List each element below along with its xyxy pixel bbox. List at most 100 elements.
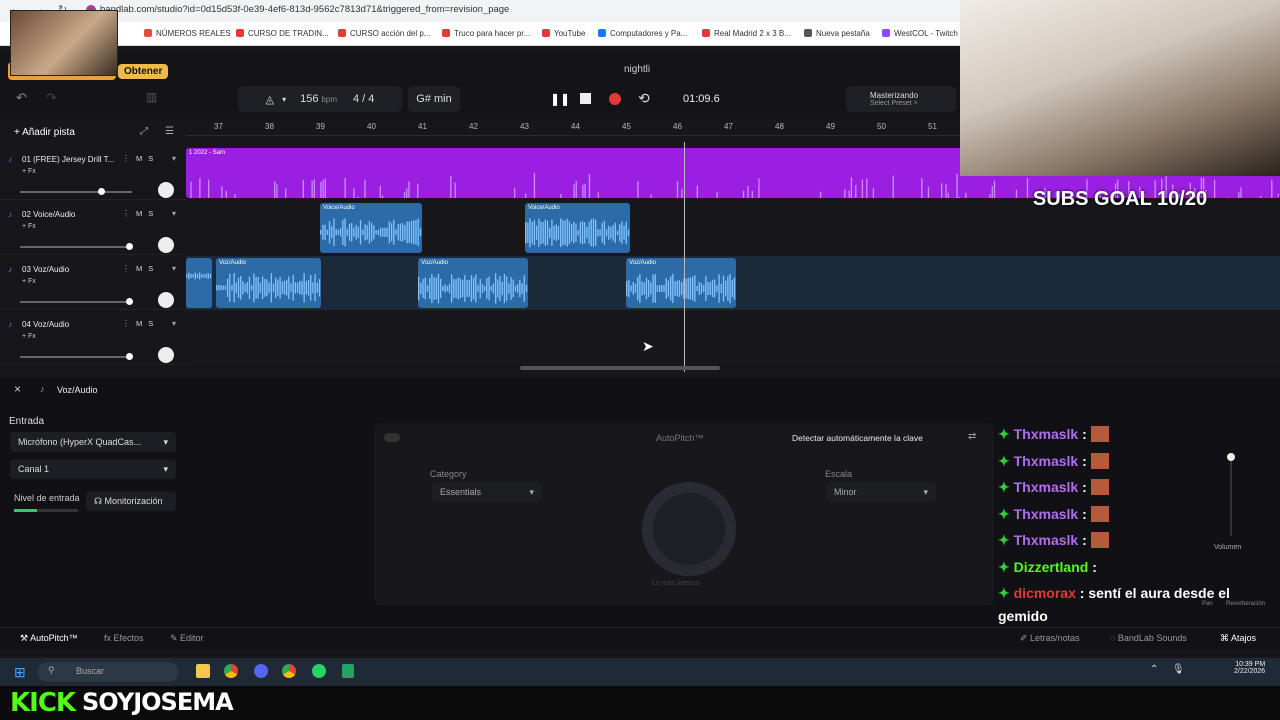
- bookmark-4[interactable]: YouTube: [542, 29, 585, 38]
- track-volume-slider[interactable]: [20, 301, 132, 303]
- file-explorer-icon[interactable]: [196, 664, 210, 678]
- tab-sounds[interactable]: ◌ BandLab Sounds: [1110, 633, 1187, 643]
- tab-editor[interactable]: ✎ Editor: [170, 633, 204, 644]
- chevron-down-icon[interactable]: ▾: [282, 95, 286, 104]
- add-track-button[interactable]: + Añadir pista: [14, 127, 75, 138]
- sliders-icon[interactable]: ⇄: [968, 431, 976, 442]
- chat-username[interactable]: Thxmaslk: [1014, 479, 1079, 495]
- mic-select[interactable]: Micrófono (HyperX QuadCas... ▾: [10, 432, 176, 452]
- track-header[interactable]: ♪ 04 Voz/Audio + Fx ⋮ MS ▾: [0, 311, 186, 365]
- track-header[interactable]: ♪ 02 Voice/Audio + Fx ⋮ MS ▾: [0, 201, 186, 255]
- record-icon[interactable]: [609, 93, 621, 105]
- add-fx-button[interactable]: + Fx: [22, 168, 36, 175]
- tab-shortcuts[interactable]: ⌘ Atajos: [1220, 633, 1256, 644]
- chevron-down-icon[interactable]: ▾: [172, 319, 176, 328]
- add-fx-button[interactable]: + Fx: [22, 333, 36, 340]
- address-bar[interactable]: ← → ↻ bandlab.com/studio?id=0d15d53f-0e3…: [0, 0, 960, 22]
- clock[interactable]: 10:39 PM 2/22/2026: [1234, 661, 1265, 675]
- track-name[interactable]: 04 Voz/Audio: [22, 320, 69, 329]
- chrome-icon-2[interactable]: [282, 664, 296, 678]
- track-header[interactable]: ♪ 03 Voz/Audio + Fx ⋮ MS ▾: [0, 256, 186, 310]
- solo-button[interactable]: S: [148, 264, 159, 273]
- volume-handle[interactable]: [97, 188, 105, 195]
- chat-username[interactable]: Thxmaslk: [1014, 453, 1079, 469]
- key-selector[interactable]: G# min: [408, 86, 460, 112]
- loop-icon[interactable]: ⟲: [638, 90, 650, 107]
- bookmark-8[interactable]: WestCOL - Twitch: [882, 29, 958, 38]
- mute-button[interactable]: M: [136, 154, 148, 163]
- add-fx-button[interactable]: + Fx: [22, 223, 36, 230]
- bookmark-1[interactable]: CURSO DE TRADIN...: [236, 29, 329, 38]
- stop-icon[interactable]: [580, 93, 591, 104]
- timeline-ruler[interactable]: 37 38 39 40 41 42 43 44 45 46 47 48 49 50 51: [186, 118, 960, 136]
- mic-tray-icon[interactable]: 🎙: [1172, 664, 1185, 675]
- volume-handle[interactable]: [125, 353, 133, 360]
- track-header[interactable]: ♪ 01 (FREE) Jersey Drill T... + Fx ⋮ MS ▾: [0, 146, 186, 200]
- autopitch-toggle[interactable]: [384, 433, 400, 442]
- taskbar-search[interactable]: ⚲ Buscar: [38, 662, 178, 682]
- audio-clip[interactable]: Voice/Audio: [320, 203, 422, 253]
- category-select[interactable]: Essentials ▾: [432, 482, 542, 502]
- pan-knob[interactable]: [158, 292, 174, 308]
- bpm-value[interactable]: 156: [300, 93, 318, 105]
- undo-icon[interactable]: ↶: [16, 90, 27, 106]
- discord-icon[interactable]: [254, 664, 268, 678]
- pan-knob[interactable]: [158, 182, 174, 198]
- track-name[interactable]: 01 (FREE) Jersey Drill T...: [22, 155, 114, 164]
- project-title[interactable]: nightli: [624, 64, 650, 75]
- volume-handle[interactable]: [1227, 453, 1235, 461]
- more-icon[interactable]: ⋮: [122, 154, 130, 163]
- add-fx-button[interactable]: + Fx: [22, 278, 36, 285]
- redo-icon[interactable]: ↷: [46, 90, 57, 106]
- scale-select[interactable]: Minor ▾: [826, 482, 936, 502]
- chevron-down-icon[interactable]: ▾: [172, 264, 176, 273]
- url-text[interactable]: bandlab.com/studio?id=0d15d53f-0e39-4ef6…: [100, 4, 509, 15]
- audio-clip[interactable]: Voz/Audio: [216, 258, 321, 308]
- metronome-icon[interactable]: ◬: [266, 93, 274, 106]
- chat-username[interactable]: Thxmaslk: [1014, 426, 1079, 442]
- mute-button[interactable]: M: [136, 319, 148, 328]
- pan-knob[interactable]: [158, 347, 174, 363]
- more-icon[interactable]: ⋮: [122, 319, 130, 328]
- more-icon[interactable]: ⋮: [122, 209, 130, 218]
- tab-lyrics[interactable]: ✐ Letras/notas: [1020, 633, 1080, 644]
- intensity-dial[interactable]: [634, 474, 744, 584]
- mute-button[interactable]: M: [136, 264, 148, 273]
- solo-button[interactable]: S: [148, 154, 159, 163]
- pause-icon[interactable]: ❚❚: [550, 92, 570, 106]
- solo-button[interactable]: S: [148, 209, 159, 218]
- tempo-group[interactable]: ◬ ▾ 156 bpm 4 / 4: [238, 86, 402, 112]
- bookmark-7[interactable]: Nueva pestaña: [804, 29, 870, 38]
- channel-select[interactable]: Canal 1 ▾: [10, 459, 176, 479]
- bookmark-0[interactable]: NÚMEROS REALES: [144, 29, 231, 38]
- volume-handle[interactable]: [125, 298, 133, 305]
- audio-clip[interactable]: Voz/Audio: [418, 258, 528, 308]
- audio-clip[interactable]: [186, 258, 212, 308]
- volume-handle[interactable]: [125, 243, 133, 250]
- volume-slider[interactable]: [1230, 456, 1232, 536]
- horizontal-scrollbar[interactable]: [520, 366, 720, 370]
- lane-4[interactable]: [186, 311, 1280, 365]
- more-icon[interactable]: ⋮: [122, 264, 130, 273]
- bookmark-3[interactable]: Truco para hacer pr...: [442, 29, 530, 38]
- monitoring-button[interactable]: ☊ Monitorización: [86, 491, 176, 511]
- track-name[interactable]: 03 Voz/Audio: [22, 265, 69, 274]
- close-icon[interactable]: ×: [14, 382, 21, 396]
- track-name[interactable]: 02 Voice/Audio: [22, 210, 75, 219]
- app-icon[interactable]: [342, 664, 354, 678]
- tool-icon[interactable]: ⤢: [140, 126, 148, 137]
- chat-username[interactable]: Thxmaslk: [1014, 532, 1079, 548]
- track-volume-slider[interactable]: [20, 191, 132, 193]
- whatsapp-icon[interactable]: [312, 664, 326, 678]
- chrome-icon[interactable]: [224, 664, 238, 678]
- chevron-down-icon[interactable]: ▾: [172, 154, 176, 163]
- solo-button[interactable]: S: [148, 319, 159, 328]
- tab-effects[interactable]: fx Efectos: [104, 633, 144, 643]
- settings-icon[interactable]: ☰: [165, 126, 174, 137]
- chat-username[interactable]: Dizzertland: [1014, 559, 1089, 575]
- get-button[interactable]: Obtener: [118, 64, 169, 79]
- audio-clip[interactable]: Voz/Audio: [626, 258, 736, 308]
- bookmark-6[interactable]: Real Madrid 2 x 3 B...: [702, 29, 791, 38]
- bookmark-5[interactable]: Computadores y Pa...: [598, 29, 687, 38]
- chevron-down-icon[interactable]: ▾: [172, 209, 176, 218]
